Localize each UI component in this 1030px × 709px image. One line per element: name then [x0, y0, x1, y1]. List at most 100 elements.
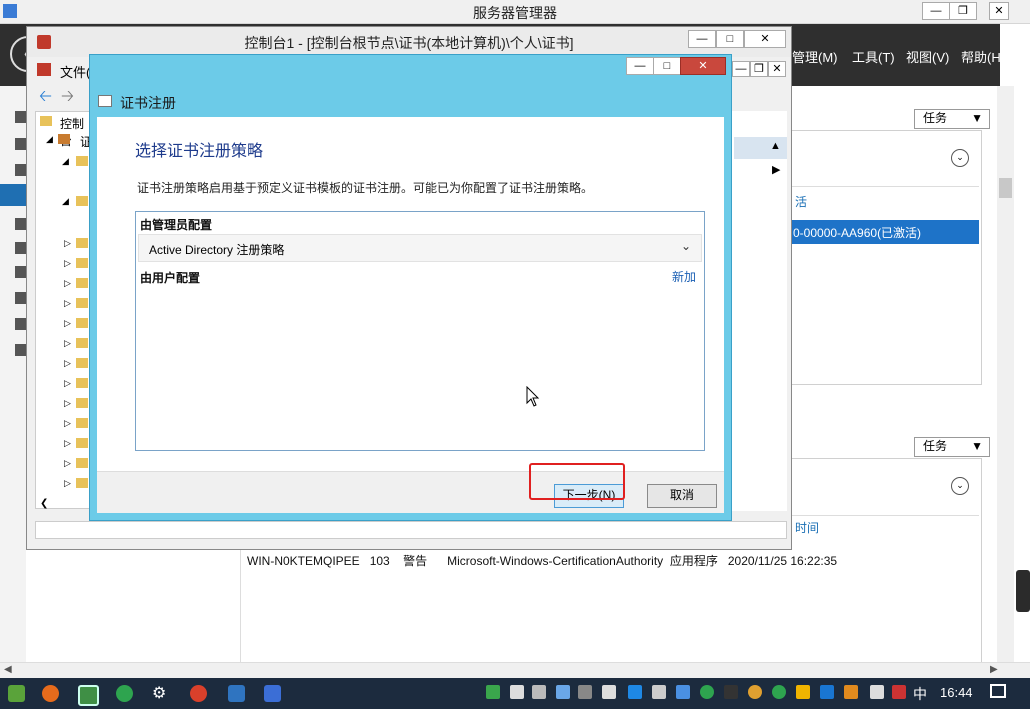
- security-icon[interactable]: [796, 685, 810, 699]
- expand-arrow-icon[interactable]: ▷: [64, 478, 71, 489]
- bluetooth-icon[interactable]: [820, 685, 834, 699]
- expand-arrow-icon[interactable]: ▷: [64, 258, 71, 269]
- event-row[interactable]: WIN-N0KTEMQIPEE 103 警告 Microsoft-Windows…: [247, 552, 967, 569]
- wechat-icon[interactable]: [772, 685, 786, 699]
- expand-arrow-icon[interactable]: ▷: [64, 318, 71, 329]
- collapse-up-icon[interactable]: ▲: [770, 140, 781, 152]
- mmc-minimize-button[interactable]: —: [688, 30, 716, 48]
- actions-header[interactable]: ▲: [734, 137, 787, 159]
- tray-icon[interactable]: [556, 685, 570, 699]
- dialog-minimize-button[interactable]: —: [626, 57, 654, 75]
- scroll-thumb[interactable]: [999, 178, 1012, 198]
- role-icon[interactable]: [15, 344, 26, 356]
- tray-icon[interactable]: [510, 685, 524, 699]
- expand-arrow-icon[interactable]: ▷: [64, 438, 71, 449]
- expand-right-icon[interactable]: ▶: [772, 163, 780, 176]
- menu-manage[interactable]: 管理(M): [792, 47, 838, 66]
- expand-arrow-icon[interactable]: ▷: [64, 378, 71, 389]
- horizontal-scrollbar[interactable]: ◀ ▶: [0, 662, 1030, 678]
- tray-icon[interactable]: [700, 685, 714, 699]
- role-icon[interactable]: [15, 218, 26, 230]
- word-icon[interactable]: [264, 685, 281, 702]
- qq-icon[interactable]: [724, 685, 738, 699]
- collapse-icon[interactable]: ⌄: [951, 477, 969, 495]
- terminal-icon[interactable]: [78, 685, 99, 706]
- expand-arrow-icon[interactable]: ▷: [64, 418, 71, 429]
- event-id: 103: [369, 554, 390, 568]
- restore-button[interactable]: ❐: [949, 2, 977, 20]
- tray-icon[interactable]: [892, 685, 906, 699]
- key-icon[interactable]: [15, 318, 26, 330]
- tasks-dropdown-2[interactable]: 任务 ▼: [914, 437, 990, 457]
- inner-minimize-button[interactable]: —: [732, 61, 750, 77]
- tasks-dropdown-1[interactable]: 任务 ▼: [914, 109, 990, 129]
- expand-arrow-icon[interactable]: ▷: [64, 458, 71, 469]
- wifi-icon[interactable]: [870, 685, 884, 699]
- scroll-left-icon[interactable]: ❮: [40, 498, 48, 509]
- shield-icon[interactable]: [602, 685, 616, 699]
- selected-row[interactable]: 0-00000-AA960(已激活): [791, 220, 979, 244]
- collapse-icon[interactable]: ⌄: [951, 149, 969, 167]
- tray-icon[interactable]: [652, 685, 666, 699]
- menu-view[interactable]: 视图(V): [906, 47, 949, 66]
- expand-arrow-icon[interactable]: ▷: [64, 358, 71, 369]
- selected-sidebar-item[interactable]: [0, 184, 26, 206]
- tray-icon[interactable]: [748, 685, 762, 699]
- flash-icon[interactable]: [628, 685, 642, 699]
- settings-gear-icon[interactable]: ⚙: [152, 683, 166, 703]
- inner-close-button[interactable]: ✕: [768, 61, 786, 77]
- folder-icon: [76, 338, 88, 348]
- dashboard-icon[interactable]: [15, 111, 26, 123]
- collapse-arrow-icon[interactable]: ◢: [46, 134, 53, 145]
- mmc-close-button[interactable]: ✕: [744, 30, 786, 48]
- firefox-icon[interactable]: [42, 685, 59, 702]
- start-icon[interactable]: [8, 685, 25, 702]
- expand-arrow-icon[interactable]: ▷: [64, 298, 71, 309]
- dialog-footer: 下一步(N) 取消: [97, 471, 724, 513]
- add-new-link[interactable]: 新加: [672, 268, 696, 285]
- close-button[interactable]: ✕: [989, 2, 1009, 20]
- side-handle[interactable]: [1016, 570, 1030, 612]
- chevron-down-icon[interactable]: ⌄: [681, 239, 691, 253]
- expand-arrow-icon[interactable]: ▷: [64, 398, 71, 409]
- ime-indicator[interactable]: 中: [913, 684, 927, 704]
- dialog-title: 证书注册: [120, 95, 176, 111]
- back-arrow-icon[interactable]: 🡠: [39, 85, 52, 112]
- menu-file[interactable]: 文件(: [60, 62, 90, 81]
- expand-arrow-icon[interactable]: ▷: [64, 278, 71, 289]
- picture-app-icon[interactable]: [228, 685, 245, 702]
- role-icon[interactable]: [15, 292, 26, 304]
- role-icon[interactable]: [15, 266, 26, 278]
- all-servers-icon[interactable]: [15, 164, 26, 176]
- folder-icon: [76, 238, 88, 248]
- expand-arrow-icon[interactable]: ▷: [64, 338, 71, 349]
- tray-icon[interactable]: [844, 685, 858, 699]
- scroll-right-icon[interactable]: ▶: [990, 664, 998, 675]
- clock[interactable]: 16:44: [940, 685, 973, 700]
- cancel-button[interactable]: 取消: [647, 484, 717, 508]
- minimize-button[interactable]: —: [922, 2, 950, 20]
- inner-restore-button[interactable]: ❐: [750, 61, 768, 77]
- policy-item[interactable]: Active Directory 注册策略 ⌄: [138, 234, 702, 262]
- menu-help[interactable]: 帮助(H): [961, 47, 1005, 66]
- collapse-arrow-icon[interactable]: ◢: [62, 156, 69, 167]
- local-server-icon[interactable]: [15, 138, 26, 150]
- mute-volume-icon[interactable]: [578, 685, 592, 699]
- expand-arrow-icon[interactable]: ▷: [64, 238, 71, 249]
- wechat-app-icon[interactable]: [116, 685, 133, 702]
- mmc-maximize-button[interactable]: □: [716, 30, 744, 48]
- tray-icon[interactable]: [676, 685, 690, 699]
- column-header-fragment[interactable]: 时间: [795, 519, 819, 536]
- notification-icon[interactable]: [990, 684, 1006, 698]
- dialog-close-button[interactable]: ✕: [680, 57, 726, 75]
- menu-tools[interactable]: 工具(T): [852, 47, 895, 66]
- role-icon[interactable]: [15, 242, 26, 254]
- app-icon[interactable]: [190, 685, 207, 702]
- printer-icon[interactable]: [532, 685, 546, 699]
- forward-arrow-icon[interactable]: 🡢: [61, 85, 74, 112]
- scroll-left-icon[interactable]: ◀: [4, 664, 12, 675]
- tray-icon[interactable]: [486, 685, 500, 699]
- collapse-arrow-icon[interactable]: ◢: [62, 196, 69, 207]
- dialog-maximize-button[interactable]: □: [653, 57, 681, 75]
- vertical-scrollbar[interactable]: [997, 86, 1014, 662]
